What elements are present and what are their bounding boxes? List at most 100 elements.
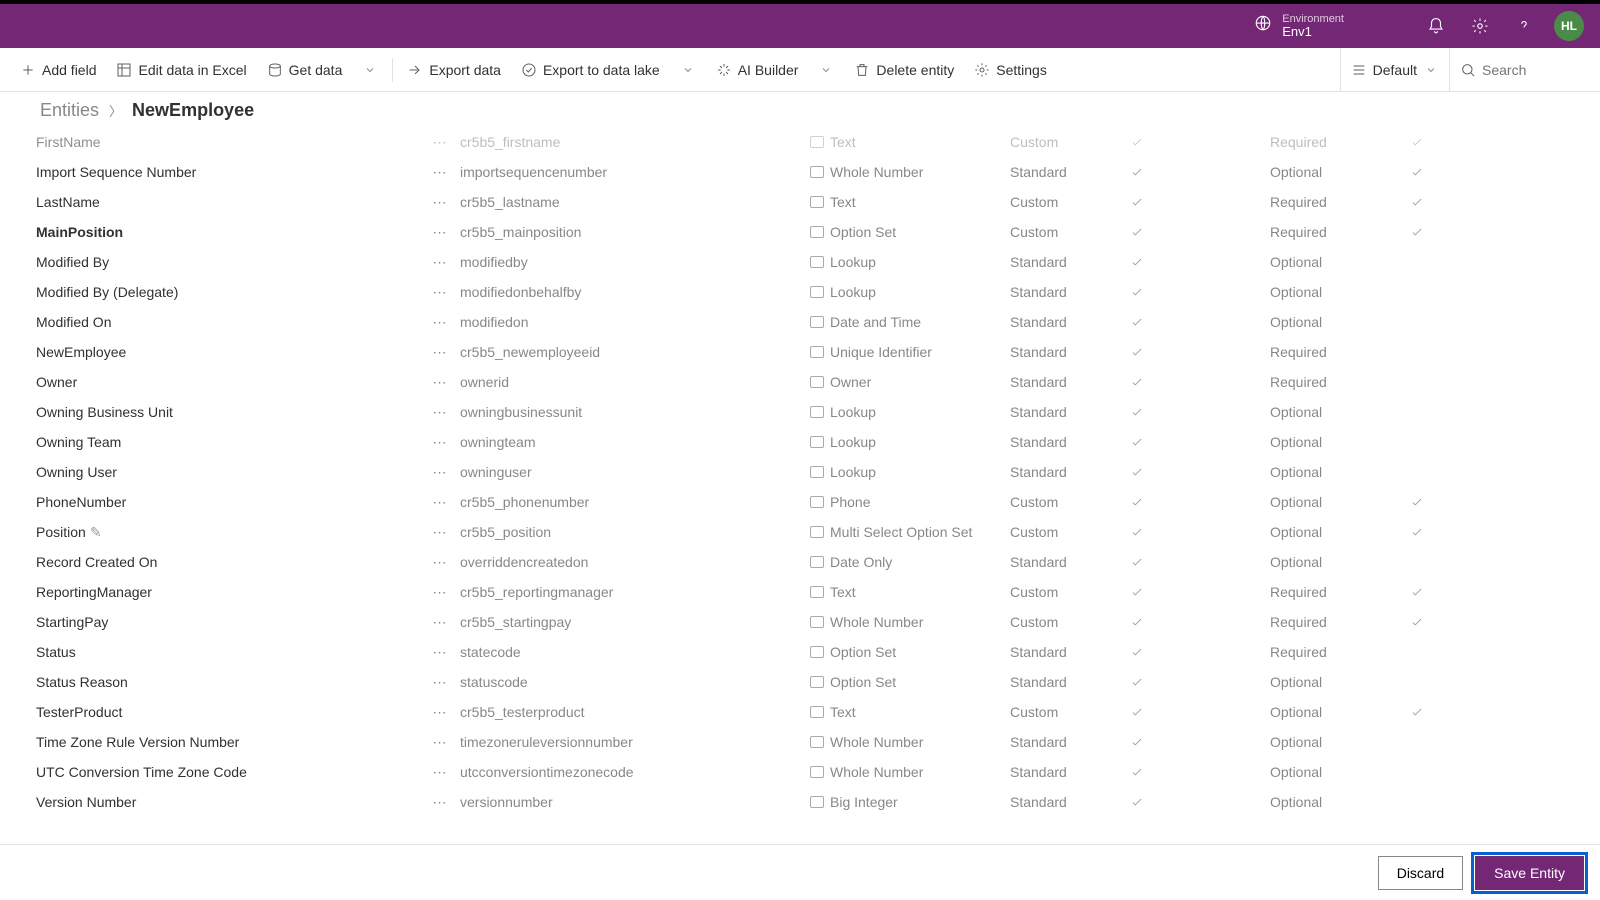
field-schema-name: importsequencenumber <box>460 164 810 180</box>
field-data-type: Big Integer <box>810 794 1010 810</box>
row-more-button[interactable]: ⋯ <box>420 314 460 331</box>
field-data-type: Phone <box>810 494 1010 510</box>
row-more-button[interactable]: ⋯ <box>420 284 460 301</box>
delete-entity-button[interactable]: Delete entity <box>844 56 964 84</box>
row-more-button[interactable]: ⋯ <box>420 344 460 361</box>
field-required: Optional <box>1270 284 1410 300</box>
row-more-button[interactable]: ⋯ <box>420 164 460 181</box>
row-more-button[interactable]: ⋯ <box>420 224 460 241</box>
discard-button[interactable]: Discard <box>1378 856 1463 890</box>
field-required: Optional <box>1270 254 1410 270</box>
row-more-button[interactable]: ⋯ <box>420 134 460 151</box>
field-data-type: Whole Number <box>810 614 1010 630</box>
field-row[interactable]: UTC Conversion Time Zone Code⋯utcconvers… <box>20 757 1580 787</box>
row-more-button[interactable]: ⋯ <box>420 254 460 271</box>
row-more-button[interactable]: ⋯ <box>420 674 460 691</box>
row-more-button[interactable]: ⋯ <box>420 434 460 451</box>
search-input[interactable] <box>1482 62 1562 78</box>
row-more-button[interactable]: ⋯ <box>420 374 460 391</box>
note-icon: ✎ <box>90 524 102 541</box>
field-required: Required <box>1270 194 1410 210</box>
export-lake-button[interactable]: Export to data lake <box>511 56 670 84</box>
field-row[interactable]: Status Reason⋯statuscodeOption SetStanda… <box>20 667 1580 697</box>
field-row[interactable]: Time Zone Rule Version Number⋯timezoneru… <box>20 727 1580 757</box>
field-kind: Standard <box>1010 374 1130 390</box>
field-display-name: Owning Team <box>20 434 420 450</box>
field-row[interactable]: Record Created On⋯overriddencreatedonDat… <box>20 547 1580 577</box>
field-row[interactable]: FirstName⋯cr5b5_firstnameTextCustomRequi… <box>20 127 1580 157</box>
row-more-button[interactable]: ⋯ <box>420 554 460 571</box>
row-more-button[interactable]: ⋯ <box>420 404 460 421</box>
field-row[interactable]: StartingPay⋯cr5b5_startingpayWhole Numbe… <box>20 607 1580 637</box>
field-row[interactable]: Position✎⋯cr5b5_positionMulti Select Opt… <box>20 517 1580 547</box>
field-kind: Custom <box>1010 194 1130 210</box>
type-icon <box>810 436 824 448</box>
save-entity-button[interactable]: Save Entity <box>1475 856 1584 890</box>
field-row[interactable]: Import Sequence Number⋯importsequencenum… <box>20 157 1580 187</box>
get-data-dropdown[interactable] <box>352 56 388 84</box>
row-more-button[interactable]: ⋯ <box>420 794 460 811</box>
environment-icon <box>1254 14 1272 37</box>
row-more-button[interactable]: ⋯ <box>420 704 460 721</box>
avatar[interactable]: HL <box>1554 11 1584 41</box>
search-box[interactable] <box>1450 56 1590 84</box>
field-row[interactable]: Owner⋯owneridOwnerStandardRequired <box>20 367 1580 397</box>
field-row[interactable]: Owning Team⋯owningteamLookupStandardOpti… <box>20 427 1580 457</box>
view-selector[interactable]: Default <box>1340 48 1450 92</box>
field-row[interactable]: Modified On⋯modifiedonDate and TimeStand… <box>20 307 1580 337</box>
field-display-name: TesterProduct <box>20 704 420 720</box>
field-row[interactable]: Status⋯statecodeOption SetStandardRequir… <box>20 637 1580 667</box>
field-kind: Standard <box>1010 314 1130 330</box>
field-row[interactable]: Owning Business Unit⋯owningbusinessunitL… <box>20 397 1580 427</box>
field-row[interactable]: NewEmployee⋯cr5b5_newemployeeidUnique Id… <box>20 337 1580 367</box>
edit-excel-button[interactable]: Edit data in Excel <box>106 56 256 84</box>
ai-builder-button[interactable]: AI Builder <box>706 56 809 84</box>
row-more-button[interactable]: ⋯ <box>420 614 460 631</box>
field-row[interactable]: ReportingManager⋯cr5b5_reportingmanagerT… <box>20 577 1580 607</box>
field-required: Optional <box>1270 734 1410 750</box>
field-searchable <box>1410 705 1450 719</box>
help-icon[interactable] <box>1510 12 1538 40</box>
field-required: Required <box>1270 614 1410 630</box>
breadcrumb-parent[interactable]: Entities <box>40 100 99 121</box>
field-row[interactable]: Modified By⋯modifiedbyLookupStandardOpti… <box>20 247 1580 277</box>
row-more-button[interactable]: ⋯ <box>420 584 460 601</box>
type-icon <box>810 346 824 358</box>
row-more-button[interactable]: ⋯ <box>420 644 460 661</box>
field-required: Optional <box>1270 314 1410 330</box>
settings-icon[interactable] <box>1466 12 1494 40</box>
notifications-icon[interactable] <box>1422 12 1450 40</box>
ai-builder-dropdown[interactable] <box>808 56 844 84</box>
row-more-button[interactable]: ⋯ <box>420 194 460 211</box>
field-row[interactable]: TesterProduct⋯cr5b5_testerproductTextCus… <box>20 697 1580 727</box>
row-more-button[interactable]: ⋯ <box>420 494 460 511</box>
environment-picker[interactable]: Environment Env1 <box>1254 13 1344 39</box>
field-row[interactable]: PhoneNumber⋯cr5b5_phonenumberPhoneCustom… <box>20 487 1580 517</box>
field-data-type: Text <box>810 134 1010 150</box>
settings-button[interactable]: Settings <box>964 56 1057 84</box>
field-row[interactable]: MainPosition⋯cr5b5_mainpositionOption Se… <box>20 217 1580 247</box>
get-data-button[interactable]: Get data <box>257 56 353 84</box>
field-schema-name: statecode <box>460 644 810 660</box>
row-more-button[interactable]: ⋯ <box>420 524 460 541</box>
fields-grid[interactable]: FirstName⋯cr5b5_firstnameTextCustomRequi… <box>0 127 1600 844</box>
plus-icon <box>20 62 36 78</box>
field-row[interactable]: LastName⋯cr5b5_lastnameTextCustomRequire… <box>20 187 1580 217</box>
field-row[interactable]: Owning User⋯owninguserLookupStandardOpti… <box>20 457 1580 487</box>
field-customizable <box>1130 135 1270 149</box>
export-lake-dropdown[interactable] <box>670 56 706 84</box>
field-row[interactable]: Modified By (Delegate)⋯modifiedonbehalfb… <box>20 277 1580 307</box>
field-data-type: Unique Identifier <box>810 344 1010 360</box>
trash-icon <box>854 62 870 78</box>
field-row[interactable]: Version Number⋯versionnumberBig IntegerS… <box>20 787 1580 817</box>
row-more-button[interactable]: ⋯ <box>420 734 460 751</box>
field-data-type: Whole Number <box>810 764 1010 780</box>
type-icon <box>810 136 824 148</box>
row-more-button[interactable]: ⋯ <box>420 464 460 481</box>
export-data-button[interactable]: Export data <box>397 56 511 84</box>
add-field-button[interactable]: Add field <box>10 56 106 84</box>
chevron-right-icon: 〉 <box>109 101 122 120</box>
field-kind: Standard <box>1010 644 1130 660</box>
row-more-button[interactable]: ⋯ <box>420 764 460 781</box>
field-display-name: Import Sequence Number <box>20 164 420 180</box>
